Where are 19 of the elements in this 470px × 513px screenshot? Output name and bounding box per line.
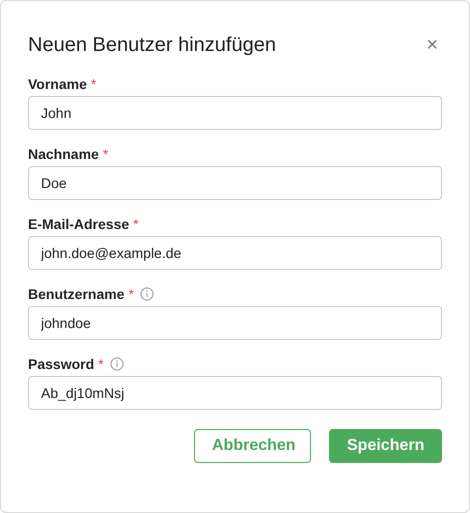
required-mark: * [133,216,139,232]
field-label: Password [28,356,94,372]
info-icon[interactable] [110,357,124,371]
field-label: E-Mail-Adresse [28,216,130,232]
input-field[interactable]: John [28,96,442,130]
required-mark: * [128,286,134,302]
required-mark: * [98,356,104,372]
info-icon[interactable] [140,287,154,301]
input-field[interactable]: johndoe [28,306,442,340]
required-mark: * [102,146,108,162]
input-field[interactable]: john.doe@example.de [28,236,442,270]
required-mark: * [90,76,96,92]
field-label: Vorname [28,76,87,92]
close-button[interactable]: × [422,35,442,55]
field-label: Benutzername [28,286,124,302]
input-field[interactable]: Ab_dj10mNsj [28,376,442,410]
dialog-title: Neuen Benutzer hinzufügen [28,34,276,56]
field-label: Nachname [28,146,99,162]
input-field[interactable]: Doe [28,166,442,200]
